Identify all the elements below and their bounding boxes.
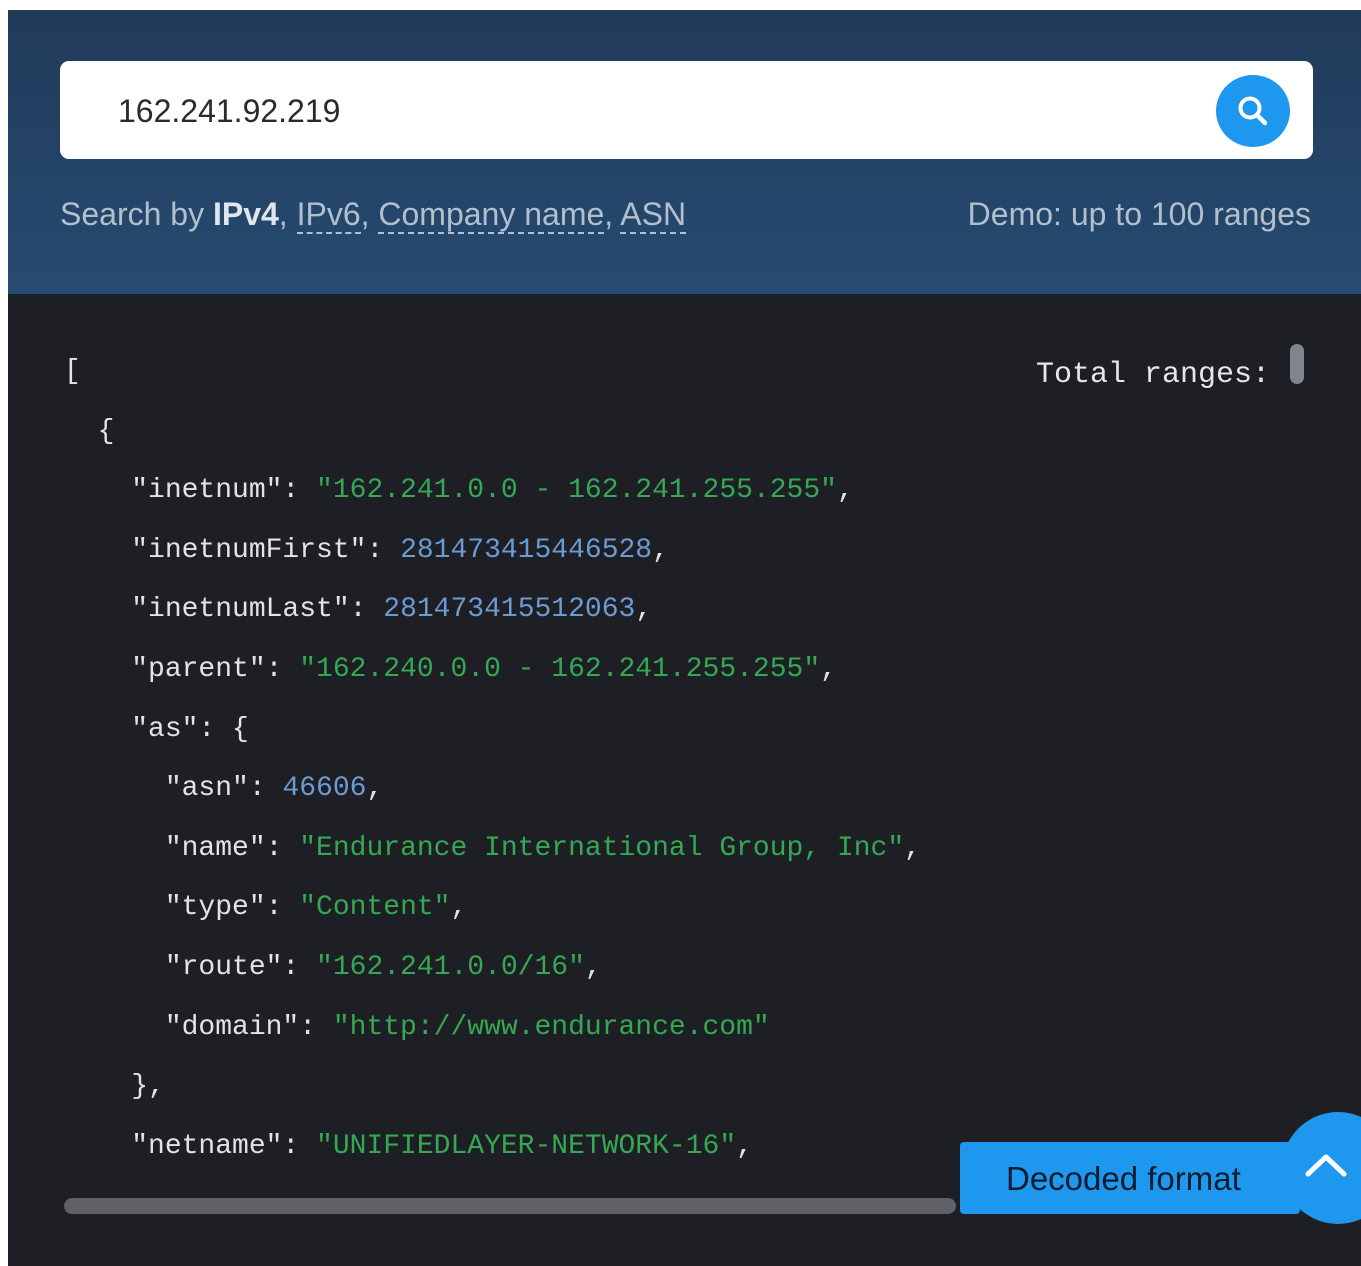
- hint-separator: ,: [360, 196, 379, 232]
- json-number: 281473415446528: [400, 534, 653, 566]
- decoded-format-button[interactable]: Decoded format: [960, 1142, 1300, 1214]
- hint-company-link[interactable]: Company name: [378, 196, 605, 234]
- json-key: "inetnum":: [64, 475, 317, 507]
- json-key: "inetnumLast":: [64, 594, 384, 626]
- search-panel: Search by IPv4, IPv6, Company name, ASN …: [8, 10, 1361, 294]
- code-line: "as": {: [64, 713, 249, 745]
- json-key: "name":: [64, 832, 300, 864]
- horizontal-scrollbar[interactable]: [64, 1198, 956, 1214]
- json-key: "domain":: [64, 1011, 333, 1043]
- hint-separator: ,: [604, 196, 621, 232]
- json-key: "parent":: [64, 653, 300, 685]
- hint-ipv6-link[interactable]: IPv6: [296, 196, 361, 234]
- json-number: 281473415512063: [383, 594, 636, 626]
- json-string: "162.241.0.0/16": [316, 951, 585, 983]
- chevron-up-icon: [1305, 1154, 1347, 1177]
- results-panel: Total ranges: 6 [ { "inetnum": "162.241.…: [8, 294, 1361, 1266]
- json-string: "UNIFIEDLAYER-NETWORK-16": [316, 1130, 737, 1162]
- code-line: },: [64, 1071, 165, 1103]
- json-key: "inetnumFirst":: [64, 534, 401, 566]
- search-box: [60, 61, 1313, 159]
- search-hint: Search by IPv4, IPv6, Company name, ASN: [60, 196, 687, 234]
- json-string: "Endurance International Group, Inc": [299, 832, 905, 864]
- search-icon: [1238, 96, 1268, 126]
- hint-ipv4: IPv4: [212, 196, 279, 232]
- json-string: "http://www.endurance.com": [332, 1011, 770, 1043]
- hint-separator: ,: [278, 196, 297, 232]
- code-line: {: [64, 415, 115, 447]
- hint-prefix: Search by: [60, 196, 213, 232]
- search-button[interactable]: [1216, 75, 1290, 147]
- json-key: "asn":: [64, 773, 283, 805]
- decoded-format-label: Decoded format: [1006, 1160, 1241, 1197]
- code-line: [: [64, 356, 81, 387]
- ip-lookup-widget: Search by IPv4, IPv6, Company name, ASN …: [8, 10, 1361, 1266]
- total-ranges-label: Total ranges:: [1035, 358, 1288, 392]
- total-ranges: Total ranges: 6: [1036, 358, 1306, 392]
- json-string: "162.241.0.0 - 162.241.255.255": [316, 475, 837, 507]
- hint-asn-link[interactable]: ASN: [620, 196, 687, 234]
- vertical-scrollbar[interactable]: [1290, 344, 1304, 384]
- json-key: "netname":: [64, 1130, 317, 1162]
- json-string: "Content": [299, 892, 451, 924]
- json-key: "type":: [64, 892, 300, 924]
- json-string: "162.240.0.0 - 162.241.255.255": [299, 653, 821, 685]
- json-key: "route":: [64, 951, 317, 983]
- json-number: 46606: [282, 773, 367, 805]
- demo-limit-text: Demo: up to 100 ranges: [967, 196, 1311, 232]
- search-input[interactable]: [116, 85, 1200, 137]
- json-output: [ { "inetnum": "162.241.0.0 - 162.241.25…: [64, 356, 921, 1162]
